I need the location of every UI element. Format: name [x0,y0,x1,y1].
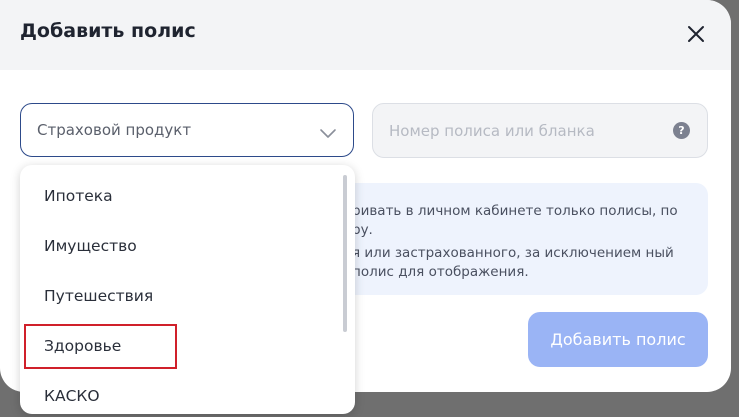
dropdown-scrollbar[interactable] [343,175,347,332]
dropdown-item-kasko[interactable]: КАСКО [20,371,340,414]
policy-number-field[interactable]: ? [372,103,708,158]
selection-highlight-box [24,324,177,369]
policy-number-input[interactable] [389,118,659,144]
dropdown-item-mortgage[interactable]: Ипотека [20,171,340,221]
modal-title: Добавить полис [20,20,196,42]
product-dropdown-menu: Ипотека Имущество Путешествия Здоровье К… [20,165,355,414]
chevron-down-icon [319,124,337,143]
info-text-2: я или застрахованного, за исключением ны… [352,245,674,280]
help-icon[interactable]: ? [673,122,690,139]
modal-header: Добавить полис [0,0,731,70]
add-policy-button[interactable]: Добавить полис [528,312,708,367]
product-select-placeholder: Страховой продукт [37,121,192,139]
info-text-1: ривать в личном кабинете только полисы, … [352,203,678,238]
dropdown-item-travel[interactable]: Путешествия [20,271,340,321]
insurance-product-select[interactable]: Страховой продукт [20,103,354,157]
close-icon[interactable] [684,22,708,46]
dropdown-item-property[interactable]: Имущество [20,221,340,271]
